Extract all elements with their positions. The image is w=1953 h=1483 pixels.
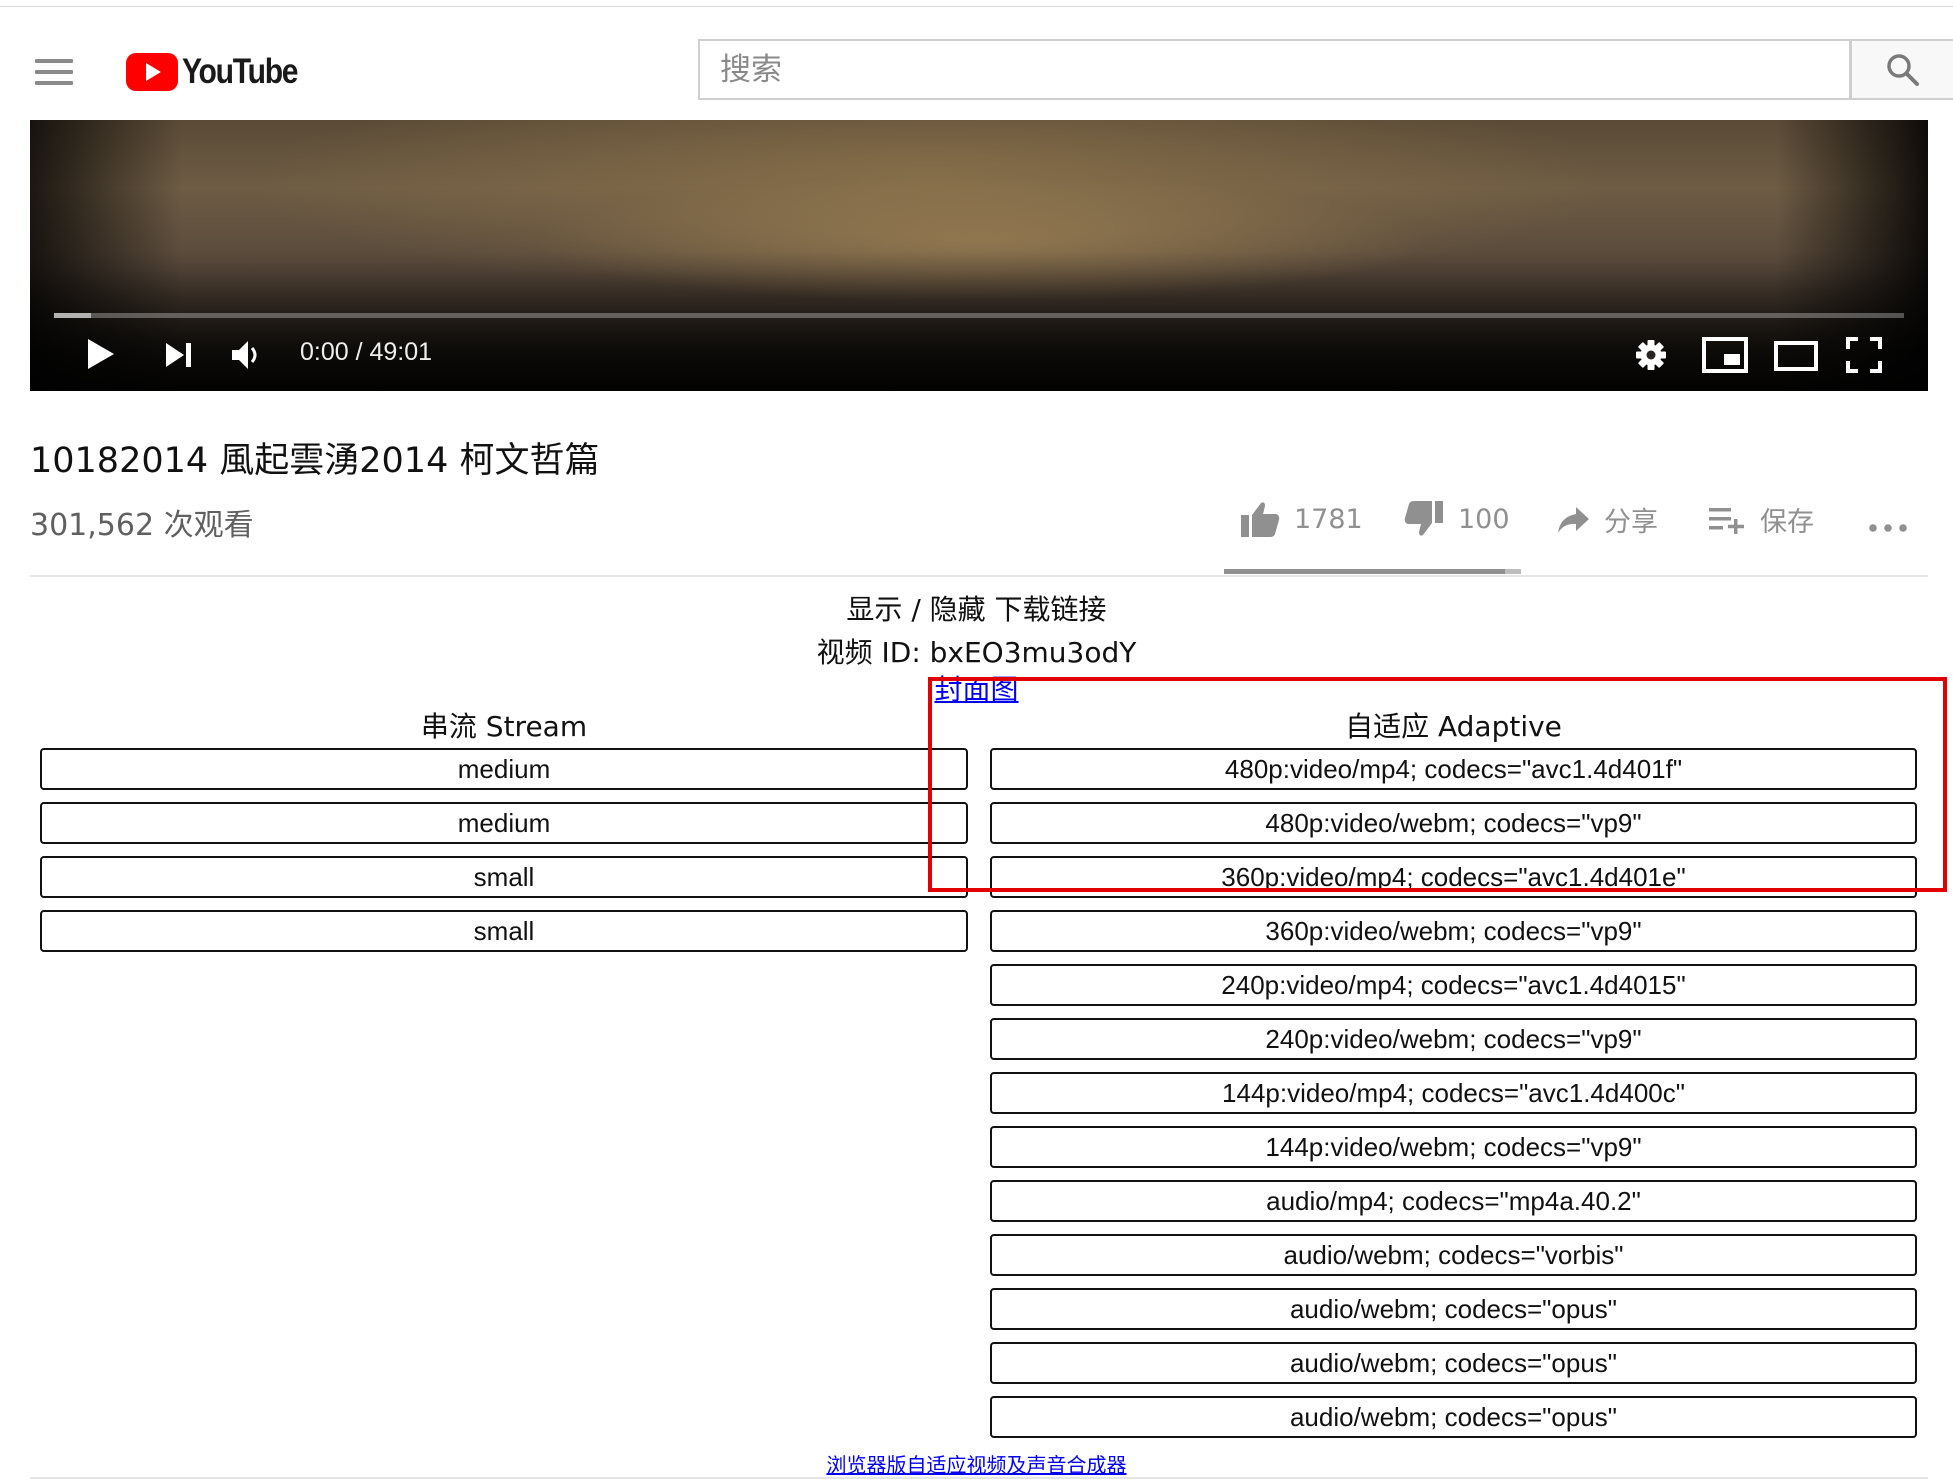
time-display: 0:00 / 49:01	[300, 338, 433, 366]
cover-image-link[interactable]: 封面图	[934, 673, 1018, 706]
adaptive-download-button[interactable]: audio/webm; codecs="opus"	[990, 1288, 1917, 1330]
adaptive-merger-link[interactable]: 浏览器版自适应视频及声音合成器	[827, 1453, 1127, 1477]
stream-column-header: 串流 Stream	[420, 710, 588, 743]
sentiment-like-fill	[1224, 569, 1506, 574]
view-count: 301,562 次观看	[30, 508, 254, 543]
stream-download-button[interactable]: small	[40, 910, 968, 952]
stream-download-button[interactable]: medium	[40, 748, 968, 790]
menu-icon[interactable]	[35, 59, 73, 85]
like-button[interactable]: 1781	[1240, 500, 1363, 538]
thumbs-down-icon	[1404, 501, 1443, 536]
video-id: 视频 ID: bxEO3mu3odY	[816, 636, 1137, 669]
adaptive-download-button[interactable]: 480p:video/mp4; codecs="avc1.4d401f"	[990, 748, 1917, 790]
youtube-logo[interactable]: YouTube	[126, 52, 316, 92]
add-to-playlist-icon	[1709, 507, 1744, 534]
search-icon	[1886, 53, 1919, 86]
adaptive-download-button[interactable]: audio/webm; codecs="opus"	[990, 1342, 1917, 1384]
play-icon[interactable]	[82, 336, 118, 372]
masthead: YouTube	[0, 7, 1953, 120]
thumbs-up-icon	[1241, 502, 1280, 537]
search-button[interactable]	[1850, 39, 1953, 100]
miniplayer-icon[interactable]	[1702, 337, 1748, 373]
logo-text: YouTube	[182, 52, 299, 91]
dislike-count: 100	[1458, 503, 1510, 535]
save-label: 保存	[1760, 507, 1814, 538]
footer-link-row: 浏览器版自适应视频及声音合成器	[0, 1449, 1953, 1478]
dislike-button[interactable]: 100	[1404, 500, 1510, 538]
theater-mode-icon[interactable]	[1774, 341, 1818, 371]
adaptive-download-button[interactable]: audio/mp4; codecs="mp4a.40.2"	[990, 1180, 1917, 1222]
video-title: 10182014 風起雲湧2014 柯文哲篇	[30, 441, 600, 481]
volume-icon[interactable]	[230, 338, 264, 372]
adaptive-download-button[interactable]: 144p:video/mp4; codecs="avc1.4d400c"	[990, 1072, 1917, 1114]
more-actions-button[interactable]	[1868, 506, 1922, 542]
share-button[interactable]: 分享	[1556, 500, 1658, 539]
video-player[interactable]: 0:00 / 49:01	[30, 120, 1928, 391]
cover-image-link-row: 封面图	[0, 668, 1953, 708]
adaptive-download-button[interactable]: 360p:video/webm; codecs="vp9"	[990, 910, 1917, 952]
settings-gear-icon[interactable]	[1634, 338, 1668, 372]
adaptive-download-button[interactable]: 240p:video/mp4; codecs="avc1.4d4015"	[990, 964, 1917, 1006]
search-box	[698, 39, 1851, 100]
more-horizontal-icon	[1869, 524, 1907, 532]
progress-bar[interactable]	[54, 313, 1904, 318]
bottom-divider	[30, 1477, 1928, 1479]
next-icon[interactable]	[164, 340, 194, 370]
stream-download-button[interactable]: medium	[40, 802, 968, 844]
adaptive-download-button[interactable]: 360p:video/mp4; codecs="avc1.4d401e"	[990, 856, 1917, 898]
adaptive-download-button[interactable]: 480p:video/webm; codecs="vp9"	[990, 802, 1917, 844]
toggle-download-links[interactable]: 显示 / 隐藏 下载链接	[0, 588, 1953, 628]
share-icon	[1558, 506, 1589, 533]
share-label: 分享	[1604, 507, 1658, 538]
adaptive-download-button[interactable]: audio/webm; codecs="opus"	[990, 1396, 1917, 1438]
adaptive-column-header: 自适应 Adaptive	[1345, 710, 1562, 743]
sentiment-bar	[1224, 569, 1521, 574]
stream-download-button[interactable]: small	[40, 856, 968, 898]
youtube-play-icon	[126, 53, 178, 91]
like-count: 1781	[1294, 503, 1363, 535]
adaptive-download-button[interactable]: audio/webm; codecs="vorbis"	[990, 1234, 1917, 1276]
search-input[interactable]	[700, 41, 1849, 98]
adaptive-download-button[interactable]: 240p:video/webm; codecs="vp9"	[990, 1018, 1917, 1060]
save-button[interactable]: 保存	[1708, 500, 1814, 539]
fullscreen-icon[interactable]	[1846, 337, 1882, 373]
adaptive-download-button[interactable]: 144p:video/webm; codecs="vp9"	[990, 1126, 1917, 1168]
divider	[30, 575, 1928, 577]
progress-loaded	[54, 313, 91, 318]
